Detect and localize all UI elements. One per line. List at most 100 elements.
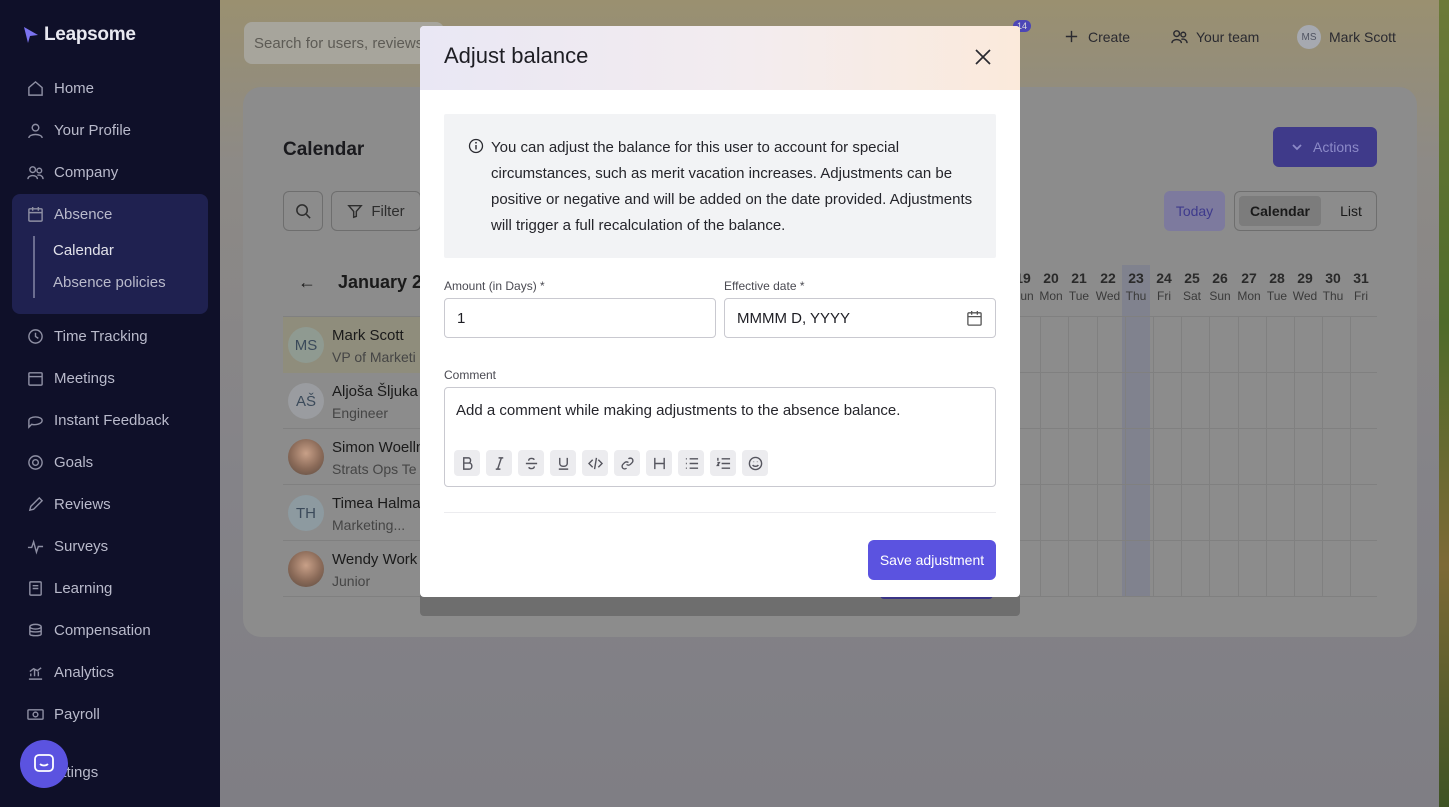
sidebar-item-learning[interactable]: Learning	[26, 576, 112, 600]
previous-month-arrow-icon[interactable]: ←	[298, 272, 316, 293]
bullet-list-button[interactable]	[678, 450, 704, 476]
person-name: Aljoša Šljuka	[332, 383, 418, 400]
effective-date-input[interactable]: MMMM D, YYYY	[724, 298, 996, 338]
numbered-list-button[interactable]	[710, 450, 736, 476]
underline-icon	[558, 457, 568, 470]
day-weekday: Fri	[1157, 289, 1171, 303]
sidebar-item-profile[interactable]: Your Profile	[26, 118, 131, 142]
table-row[interactable]: Simon Woelln Strats Ops Te	[283, 429, 425, 485]
adjust-balance-dialog: Adjust balance You can adjust the balanc…	[420, 26, 1020, 597]
month-label: January 20	[338, 272, 433, 292]
avatar: MS	[288, 327, 324, 363]
chat-icon	[26, 411, 44, 429]
month-navigation: ← January 20	[298, 272, 432, 293]
today-button[interactable]: Today	[1164, 191, 1225, 231]
numbered-list-icon	[715, 457, 730, 469]
day-weekday: Thu	[1322, 289, 1344, 303]
link-button[interactable]	[614, 450, 640, 476]
person-name: Simon Woelln	[332, 439, 425, 456]
sidebar-item-reviews[interactable]: Reviews	[26, 492, 111, 516]
table-row[interactable]: TH Timea Halma Marketing...	[283, 485, 423, 541]
view-calendar-tab[interactable]: Calendar	[1239, 196, 1321, 226]
sidebar-item-meetings[interactable]: Meetings	[26, 366, 115, 390]
active-indicator	[33, 236, 35, 298]
sidebar-item-payroll[interactable]: Payroll	[26, 702, 100, 726]
user-menu[interactable]: MS Mark Scott	[1297, 25, 1396, 49]
italic-button[interactable]	[486, 450, 512, 476]
sidebar-item-home[interactable]: Home	[26, 76, 94, 100]
underline-button[interactable]	[550, 450, 576, 476]
sidebar-item-compensation[interactable]: Compensation	[26, 618, 151, 642]
emoji-button[interactable]	[742, 450, 768, 476]
sidebar-item-company[interactable]: Company	[26, 160, 118, 184]
sidebar-item-goals[interactable]: Goals	[26, 450, 93, 474]
strikethrough-button[interactable]	[518, 450, 544, 476]
background-photo	[1439, 0, 1449, 807]
italic-icon	[495, 456, 503, 470]
day-number: 27	[1241, 270, 1257, 286]
amount-input[interactable]: 1	[444, 298, 716, 338]
sidebar: Leapsome Home Your Profile Company Absen…	[0, 0, 220, 807]
day-weekday: Thu	[1125, 289, 1147, 303]
page-title: Calendar	[283, 139, 365, 160]
person-role: VP of Marketi	[332, 349, 416, 365]
table-row[interactable]: AŠ Aljoša Šljuka Engineer	[283, 373, 423, 429]
sidebar-item-absence[interactable]: Absence	[26, 202, 112, 226]
code-icon	[587, 457, 603, 469]
day-weekday: Mon	[1237, 289, 1261, 303]
sidebar-item-surveys[interactable]: Surveys	[26, 534, 108, 558]
sidebar-item-label: Meetings	[54, 369, 115, 387]
table-row[interactable]: Wendy Work Junior	[283, 541, 423, 597]
team-icon	[1171, 30, 1188, 44]
filter-button[interactable]: Filter	[331, 191, 421, 231]
day-header: 28 Tue	[1263, 270, 1291, 303]
bullet-list-icon	[685, 457, 698, 469]
actions-button[interactable]: Actions	[1273, 127, 1377, 167]
comment-placeholder: Add a comment while making adjustments t…	[456, 402, 901, 419]
calendar-icon	[26, 205, 44, 223]
create-button[interactable]: Create	[1063, 28, 1130, 45]
day-header: 26 Sun	[1206, 270, 1234, 303]
search-button[interactable]	[283, 191, 323, 231]
person-role: Junior	[332, 573, 371, 589]
leapsome-logo-icon	[24, 27, 38, 43]
sidebar-item-analytics[interactable]: Analytics	[26, 660, 114, 684]
view-list-tab[interactable]: List	[1331, 196, 1371, 226]
link-icon	[620, 456, 634, 470]
support-chat-button[interactable]	[20, 740, 68, 788]
day-number: 29	[1297, 270, 1313, 286]
coins-icon	[26, 621, 44, 639]
table-row[interactable]: MS Mark Scott VP of Marketi	[283, 317, 423, 373]
avatar: MS	[1297, 25, 1321, 49]
calendar-icon[interactable]	[966, 310, 983, 327]
day-header: 31 Fri	[1347, 270, 1375, 303]
grid-line	[1097, 316, 1098, 597]
calendar-icon	[26, 369, 44, 387]
close-button[interactable]	[970, 44, 996, 70]
user-icon	[26, 121, 44, 139]
sidebar-item-label: Time Tracking	[54, 327, 148, 345]
comment-editor[interactable]: Add a comment while making adjustments t…	[444, 387, 996, 487]
sidebar-item-label: Instant Feedback	[54, 411, 170, 429]
sidebar-item-instant-feedback[interactable]: Instant Feedback	[26, 408, 169, 432]
bold-button[interactable]	[454, 450, 480, 476]
bold-icon	[462, 456, 473, 470]
sidebar-subitem-absence-policies[interactable]: Absence policies	[53, 274, 166, 291]
code-button[interactable]	[582, 450, 608, 476]
info-icon	[468, 138, 484, 154]
your-team-button[interactable]: Your team	[1171, 28, 1259, 45]
grid-line	[1181, 316, 1182, 597]
sidebar-subitem-calendar[interactable]: Calendar	[53, 242, 114, 259]
day-number: 23	[1128, 270, 1144, 286]
actions-label: Actions	[1313, 139, 1359, 155]
sidebar-item-label: Analytics	[54, 663, 115, 681]
grid-line	[1068, 316, 1069, 597]
leapsome-logo[interactable]: Leapsome	[22, 24, 136, 46]
target-icon	[26, 453, 44, 471]
sidebar-item-label: Home	[54, 79, 95, 97]
heading-button[interactable]	[646, 450, 672, 476]
avatar: AŠ	[288, 383, 324, 419]
person-role: Engineer	[332, 405, 389, 421]
save-adjustment-button[interactable]: Save adjustment	[868, 540, 996, 580]
sidebar-item-time-tracking[interactable]: Time Tracking	[26, 324, 148, 348]
